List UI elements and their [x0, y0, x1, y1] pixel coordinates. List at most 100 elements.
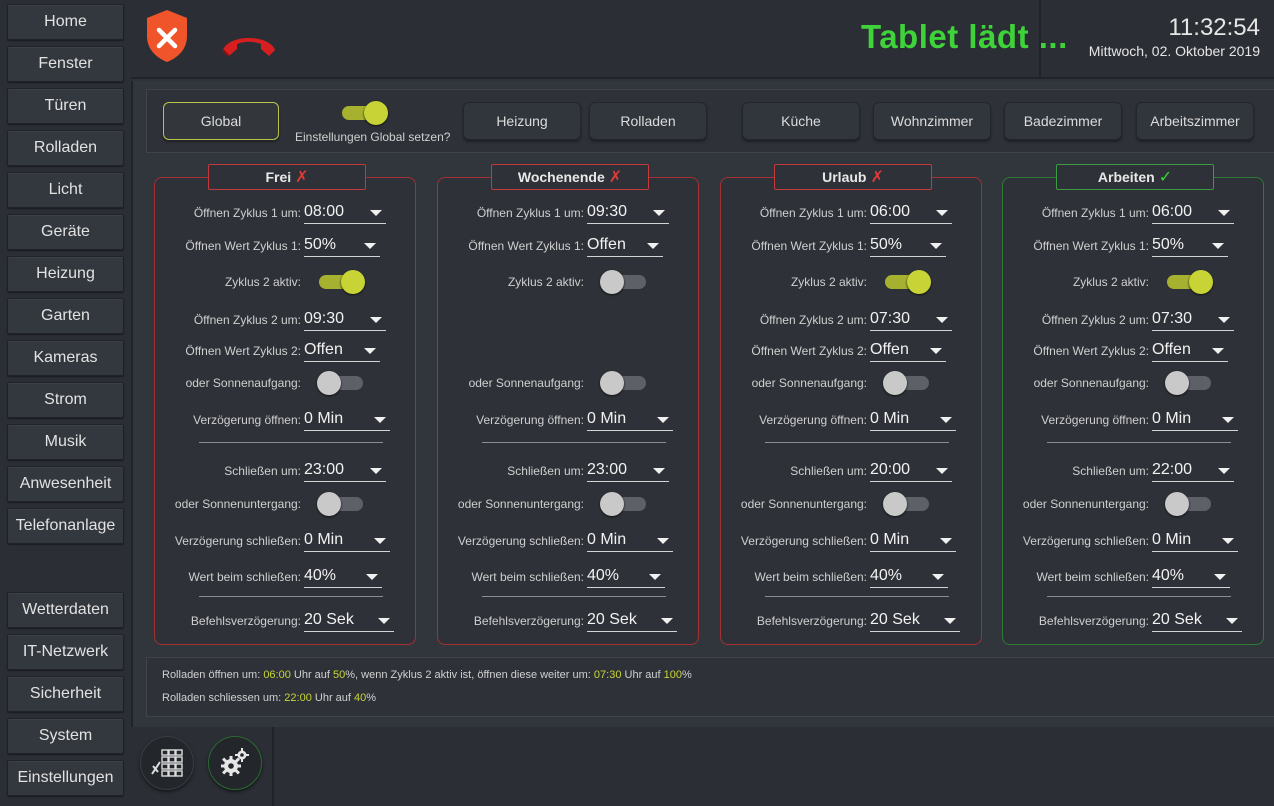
nav-wetterdaten[interactable]: Wetterdaten — [7, 592, 124, 628]
select-delay-open[interactable]: 0 Min — [870, 409, 956, 431]
phone-hangup-icon[interactable] — [219, 30, 279, 62]
caret-down-icon — [1222, 538, 1234, 544]
select-open-cycle2[interactable]: 09:30 — [304, 309, 386, 331]
select-open-cycle2[interactable]: 07:30 — [870, 309, 952, 331]
caret-down-icon — [936, 210, 948, 216]
toggle-sunset[interactable] — [1165, 491, 1213, 517]
tab-rolladen[interactable]: Rolladen — [589, 102, 707, 140]
nav-tueren[interactable]: Türen — [7, 88, 124, 124]
panel-title-text: Frei — [265, 169, 292, 185]
select-close-at[interactable]: 23:00 — [587, 460, 669, 482]
summary-text: Uhr auf — [621, 669, 664, 681]
toggle-sunrise[interactable] — [1165, 370, 1213, 396]
label-sunrise: oder Sonnenaufgang: — [468, 376, 584, 390]
label-cycle2-active: Zyklus 2 aktiv: — [224, 275, 301, 289]
toggle-sunset[interactable] — [317, 491, 365, 517]
select-value: Offen — [1152, 341, 1191, 358]
select-delay-open[interactable]: 0 Min — [1152, 409, 1238, 431]
nav-strom[interactable]: Strom — [7, 382, 124, 418]
nav-geraete[interactable]: Geräte — [7, 214, 124, 250]
global-settings-toggle[interactable] — [340, 100, 388, 126]
select-open-value1[interactable]: Offen — [587, 235, 663, 257]
row-cmd-delay: Befehlsverzögerung: 20 Sek — [155, 610, 417, 632]
select-delay-open[interactable]: 0 Min — [587, 409, 673, 431]
row-cmd-delay: Befehlsverzögerung: 20 Sek — [438, 610, 700, 632]
toggle-cycle2-active[interactable] — [1165, 269, 1213, 295]
tab-global[interactable]: Global — [163, 102, 279, 140]
nav-garten[interactable]: Garten — [7, 298, 124, 334]
select-open-cycle1[interactable]: 08:00 — [304, 202, 386, 224]
label-cmd-delay: Befehlsverzögerung: — [1038, 614, 1149, 628]
tab-heizung[interactable]: Heizung — [463, 102, 581, 140]
select-open-value2[interactable]: Offen — [1152, 340, 1228, 362]
select-cmd-delay[interactable]: 20 Sek — [870, 610, 960, 632]
select-cmd-delay[interactable]: 20 Sek — [304, 610, 394, 632]
caret-down-icon — [1222, 417, 1234, 423]
select-close-at[interactable]: 20:00 — [870, 460, 952, 482]
nav-einstellungen[interactable]: Einstellungen — [7, 760, 124, 796]
select-open-value1[interactable]: 50% — [870, 235, 946, 257]
schedule-panel-arbeiten: Arbeiten ✓ Öffnen Zyklus 1 um: 06:00 Öffne… — [1002, 164, 1265, 645]
toggle-cycle2-active[interactable] — [883, 269, 931, 295]
nav-kameras[interactable]: Kameras — [7, 340, 124, 376]
keypad-button[interactable] — [140, 736, 194, 790]
nav-telefonanlage[interactable]: Telefonanlage — [7, 508, 124, 544]
select-value-close[interactable]: 40% — [870, 566, 948, 588]
nav-heizung[interactable]: Heizung — [7, 256, 124, 292]
select-delay-close[interactable]: 0 Min — [587, 530, 673, 552]
toggle-cycle2-active[interactable] — [317, 269, 365, 295]
shield-alert-icon[interactable] — [144, 8, 190, 64]
select-open-cycle1[interactable]: 06:00 — [1152, 202, 1234, 224]
row-sunrise: oder Sonnenaufgang: — [1003, 370, 1265, 396]
row-open-cycle1: Öffnen Zyklus 1 um: 06:00 — [1003, 202, 1265, 224]
tab-kueche[interactable]: Küche — [742, 102, 860, 140]
select-value-close[interactable]: 40% — [304, 566, 382, 588]
row-delay-open: Verzögerung öffnen: 0 Min — [155, 409, 417, 431]
clock-box: 11:32:54 Mittwoch, 02. Oktober 2019 — [1039, 0, 1274, 79]
select-delay-close[interactable]: 0 Min — [1152, 530, 1238, 552]
nav-musik[interactable]: Musik — [7, 424, 124, 460]
toggle-sunset[interactable] — [600, 491, 648, 517]
select-value: 23:00 — [587, 461, 628, 478]
toggle-cycle2-active[interactable] — [600, 269, 648, 295]
settings-gears-button[interactable] — [208, 736, 262, 790]
select-value-close[interactable]: 40% — [1152, 566, 1230, 588]
select-open-cycle1[interactable]: 06:00 — [870, 202, 952, 224]
select-cmd-delay[interactable]: 20 Sek — [1152, 610, 1242, 632]
select-open-cycle1[interactable]: 09:30 — [587, 202, 669, 224]
select-open-value1[interactable]: 50% — [1152, 235, 1228, 257]
caret-down-icon — [1212, 348, 1224, 354]
select-delay-close[interactable]: 0 Min — [870, 530, 956, 552]
nav-system[interactable]: System — [7, 718, 124, 754]
select-delay-close[interactable]: 0 Min — [304, 530, 390, 552]
toggle-sunrise[interactable] — [600, 370, 648, 396]
nav-it-netzwerk[interactable]: IT-Netzwerk — [7, 634, 124, 670]
caret-down-icon — [940, 538, 952, 544]
select-value-close[interactable]: 40% — [587, 566, 665, 588]
nav-licht[interactable]: Licht — [7, 172, 124, 208]
nav-anwesenheit[interactable]: Anwesenheit — [7, 466, 124, 502]
select-close-at[interactable]: 22:00 — [1152, 460, 1234, 482]
toggle-sunset[interactable] — [883, 491, 931, 517]
tab-badezimmer[interactable]: Badezimmer — [1004, 102, 1122, 140]
select-open-value1[interactable]: 50% — [304, 235, 380, 257]
nav-sicherheit[interactable]: Sicherheit — [7, 676, 124, 712]
nav-home[interactable]: Home — [7, 4, 124, 40]
toggle-sunrise[interactable] — [883, 370, 931, 396]
select-close-at[interactable]: 23:00 — [304, 460, 386, 482]
caret-down-icon — [1218, 468, 1230, 474]
tab-wohnzimmer[interactable]: Wohnzimmer — [873, 102, 991, 140]
select-cmd-delay[interactable]: 20 Sek — [587, 610, 677, 632]
select-value: 50% — [1152, 236, 1185, 253]
select-value: 22:00 — [1152, 461, 1193, 478]
nav-rolladen[interactable]: Rolladen — [7, 130, 124, 166]
nav-fenster[interactable]: Fenster — [7, 46, 124, 82]
toggle-sunrise[interactable] — [317, 370, 365, 396]
select-value: 40% — [587, 567, 620, 584]
select-open-cycle2[interactable]: 07:30 — [1152, 309, 1234, 331]
select-open-value2[interactable]: Offen — [870, 340, 946, 362]
select-open-value2[interactable]: Offen — [304, 340, 380, 362]
select-delay-open[interactable]: 0 Min — [304, 409, 390, 431]
tab-arbeitszimmer[interactable]: Arbeitszimmer — [1136, 102, 1254, 140]
label-cycle2-active: Zyklus 2 aktiv: — [507, 275, 584, 289]
